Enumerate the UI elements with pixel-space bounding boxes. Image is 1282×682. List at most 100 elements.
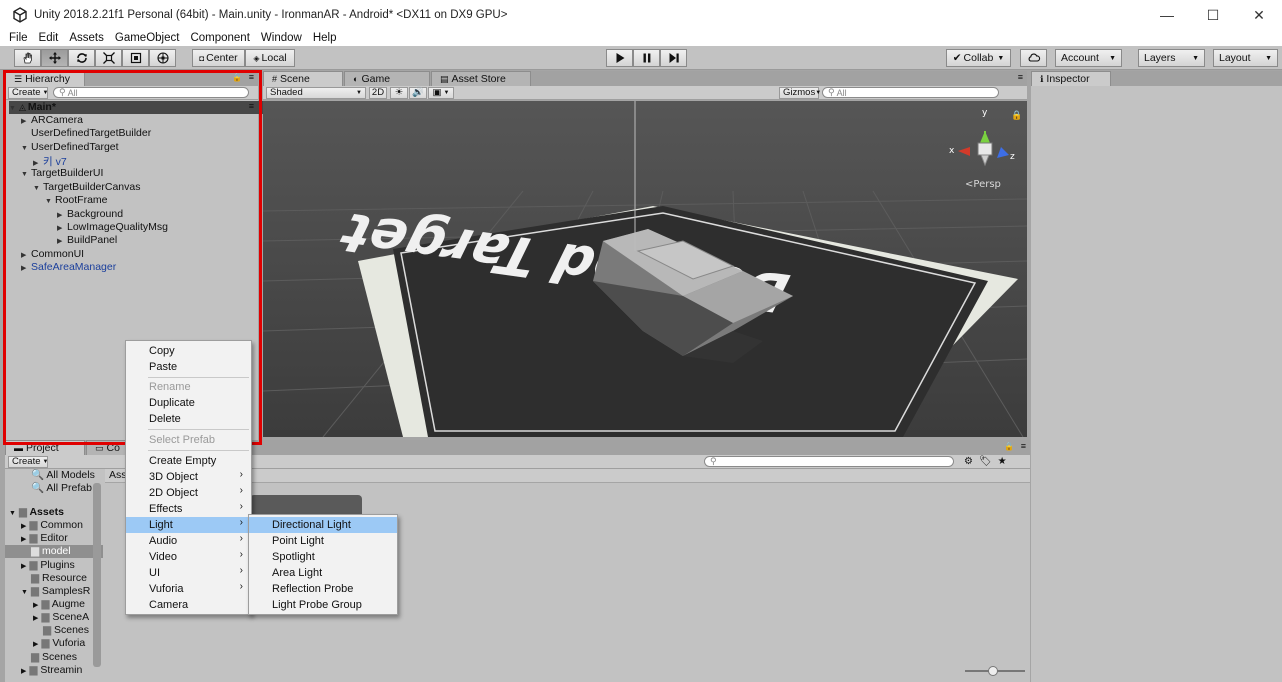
tab-hierarchy[interactable]: ☰ Hierarchy [5,71,85,86]
submenu-item-directional-light[interactable]: Directional Light [249,517,397,533]
menu-item-effects[interactable]: Effects › [126,501,251,517]
menu-item-paste[interactable]: Paste [126,359,251,375]
cloud-button[interactable] [1020,49,1047,67]
project-create-button[interactable]: Create ▼ [8,455,48,468]
menu-file[interactable]: File [9,32,28,44]
menu-item-video[interactable]: Video › [126,549,251,565]
move-tool-button[interactable] [41,49,68,67]
submenu-item-light-probe-group[interactable]: Light Probe Group [249,597,397,613]
tab-game[interactable]: ◐ Game [344,71,430,86]
scene-viewport[interactable]: Defined Target x y z <Persp 🔒 [263,101,1027,437]
rotate-tool-button[interactable] [68,49,95,67]
transform-tool-button[interactable] [149,49,176,67]
folder-samples[interactable]: ▼ ▆ SamplesR [21,585,90,597]
tree-item-safeareamanager[interactable]: ▶ SafeAreaManager [21,261,116,274]
menu-component[interactable]: Component [190,32,249,44]
tree-item-v7[interactable]: ▶ 키 v7 [33,154,67,168]
menu-gameobject[interactable]: GameObject [115,32,180,44]
tab-project[interactable]: ▬ Project [5,440,85,455]
play-button[interactable] [606,49,633,67]
filter-type-icon[interactable]: ⚙ [964,456,973,467]
tree-item-arcamera[interactable]: ▶ ARCamera [21,114,83,127]
favorite-star-icon[interactable]: ★ [998,456,1007,467]
pivot-local-button[interactable]: ◈ Local [245,49,295,67]
layers-dropdown[interactable]: Layers ▼ [1138,49,1205,67]
2d-toggle-button[interactable]: 2D [369,86,387,99]
hand-tool-button[interactable] [14,49,41,67]
folder-augmentations[interactable]: ▶ ▆ Augme [33,598,85,610]
menu-item-copy[interactable]: Copy [126,343,251,359]
folder-common[interactable]: ▶ ▆ Common [21,519,83,531]
tree-item-background[interactable]: ▶ Background [57,208,123,221]
maximize-button[interactable]: ☐ [1190,0,1236,30]
folder-resources[interactable]: ▆ Resource [31,572,87,584]
tree-item-targetbuilderui[interactable]: ▼ TargetBuilderUI [21,167,103,180]
slider-handle[interactable] [988,666,998,676]
account-dropdown[interactable]: Account ▼ [1055,49,1122,67]
submenu-item-reflection-probe[interactable]: Reflection Probe [249,581,397,597]
menu-item-camera[interactable]: Camera [126,597,251,613]
rect-tool-button[interactable] [122,49,149,67]
hierarchy-create-button[interactable]: Create ▼ [8,86,48,99]
tree-item-lowimagequalitymsg[interactable]: ▶ LowImageQualityMsg [57,221,168,234]
projection-label[interactable]: <Persp [965,179,1001,190]
tab-inspector[interactable]: ℹ Inspector [1031,71,1111,86]
tree-item-targetbuildercanvas[interactable]: ▼ TargetBuilderCanvas [33,181,140,194]
pause-button[interactable] [633,49,660,67]
favorite-all-prefabs[interactable]: 🔍 All Prefab [31,481,92,494]
menu-help[interactable]: Help [313,32,337,44]
scene-menu-icon[interactable]: ≡ [249,101,254,111]
layout-dropdown[interactable]: Layout ▼ [1213,49,1278,67]
submenu-item-area-light[interactable]: Area Light [249,565,397,581]
menu-item-vuforia[interactable]: Vuforia › [126,581,251,597]
panel-menu-icon[interactable]: ≡ [1021,441,1026,451]
folder-streaming-assets[interactable]: ▶ ▆ Streamin [21,664,82,676]
tab-scene[interactable]: # Scene [263,71,343,86]
menu-item-2d-object[interactable]: 2D Object › [126,485,251,501]
menu-item-create-empty[interactable]: Create Empty [126,453,251,469]
panel-menu-icon[interactable]: ≡ [249,72,254,82]
submenu-item-spotlight[interactable]: Spotlight [249,549,397,565]
panel-menu-icon[interactable]: ≡ [1018,72,1023,82]
menu-item-3d-object[interactable]: 3D Object › [126,469,251,485]
tab-console[interactable]: ▭ Co [86,440,126,455]
close-button[interactable]: ✕ [1236,0,1282,30]
menu-window[interactable]: Window [261,32,302,44]
menu-edit[interactable]: Edit [39,32,59,44]
scale-tool-button[interactable] [95,49,122,67]
favorite-all-models[interactable]: 🔍 All Models [31,468,95,481]
tree-item-commonui[interactable]: ▶ CommonUI [21,248,84,261]
scene-effects-dropdown[interactable]: ▣ ▼ [428,86,454,99]
filter-label-icon[interactable]: 🏷 [979,456,992,467]
lock-icon[interactable]: 🔒 [1011,110,1022,120]
menu-item-delete[interactable]: Delete [126,411,251,427]
menu-assets[interactable]: Assets [69,32,104,44]
scene-search-input[interactable]: ⚲ All [822,87,999,98]
menu-item-audio[interactable]: Audio › [126,533,251,549]
menu-item-duplicate[interactable]: Duplicate [126,395,251,411]
step-button[interactable] [660,49,687,67]
gizmos-dropdown[interactable]: Gizmos ▼ [779,86,821,99]
tree-item-rootframe[interactable]: ▼ RootFrame [45,194,108,207]
tree-item-userdefinedtarget[interactable]: ▼ UserDefinedTarget [21,141,119,154]
scene-lighting-toggle[interactable]: ☀ [390,86,408,99]
tree-item-userdefinedtargetbuilder[interactable]: UserDefinedTargetBuilder [31,127,151,140]
menu-item-light[interactable]: Light › [126,517,251,533]
minimize-button[interactable]: — [1144,0,1190,30]
folder-model[interactable]: ▆ model [5,545,103,558]
lock-icon[interactable]: 🔒 [232,73,242,82]
submenu-item-point-light[interactable]: Point Light [249,533,397,549]
scene-audio-toggle[interactable]: 🔊 [409,86,427,99]
folder-vuforia[interactable]: ▶ ▆ Vuforia [33,637,85,649]
menu-item-ui[interactable]: UI › [126,565,251,581]
folder-tree-scrollbar[interactable] [93,483,101,667]
folder-plugins[interactable]: ▶ ▆ Plugins [21,559,75,571]
hierarchy-search-input[interactable]: ⚲ All [53,87,249,98]
folder-scene-assets[interactable]: ▶ ▆ SceneA [33,611,89,623]
collab-dropdown[interactable]: ✔ Collab ▼ [946,49,1011,67]
folder-editor[interactable]: ▶ ▆ Editor [21,532,68,544]
tree-item-buildpanel[interactable]: ▶ BuildPanel [57,234,117,247]
tab-asset-store[interactable]: ▤ Asset Store [431,71,531,86]
folder-scenes[interactable]: ▆ Scenes [31,651,77,663]
assets-root-folder[interactable]: ▼ ▆ Assets [9,506,64,518]
